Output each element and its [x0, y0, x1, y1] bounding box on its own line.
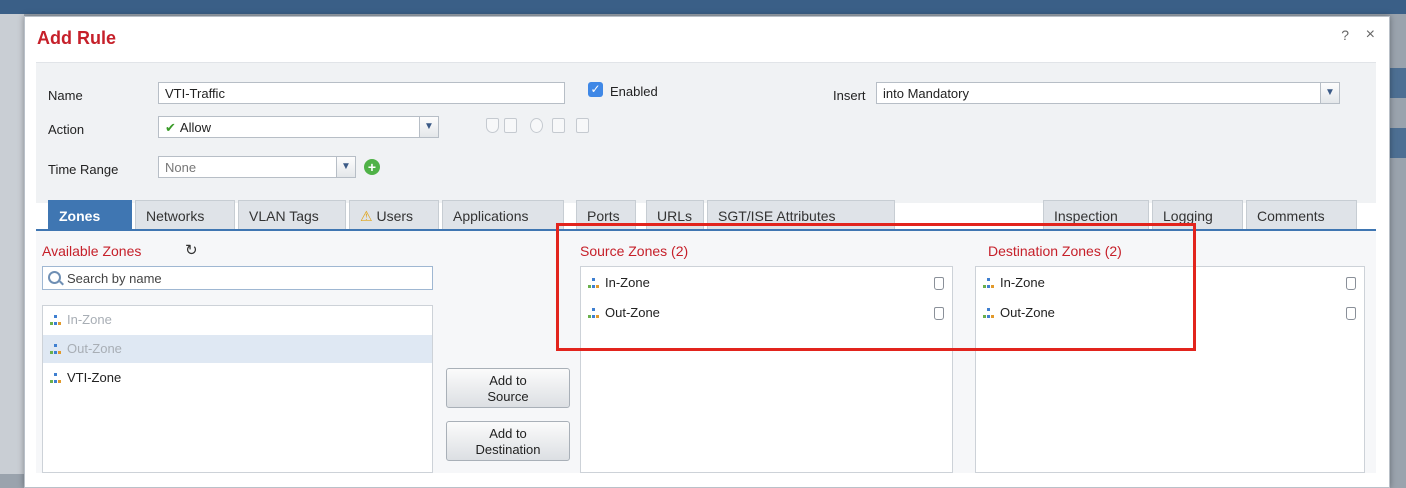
tab-networks[interactable]: Networks — [135, 200, 235, 229]
user-search-icon — [530, 118, 543, 133]
list-item-label: VTI-Zone — [67, 370, 122, 385]
tab-vlan-tags[interactable]: VLAN Tags — [238, 200, 346, 229]
add-to-source-button[interactable]: Add to Source — [446, 368, 570, 408]
insert-label: Insert — [833, 88, 866, 103]
folder-icon — [552, 118, 565, 133]
highlight-annotation — [556, 223, 1196, 351]
action-value: Allow — [179, 120, 211, 135]
tab-users-label: Users — [376, 208, 414, 224]
list-item[interactable]: In-Zone — [43, 306, 432, 334]
trash-icon[interactable] — [1346, 277, 1356, 290]
name-label: Name — [48, 88, 83, 103]
add-to-destination-line2: Destination — [475, 442, 541, 457]
name-input[interactable]: VTI-Traffic — [158, 82, 565, 104]
plus-circle-icon[interactable]: + — [364, 159, 380, 175]
shield-icon — [486, 118, 499, 133]
time-range-value: None — [165, 160, 197, 175]
tab-zones[interactable]: Zones — [48, 200, 132, 229]
help-icon[interactable]: ? — [1341, 27, 1349, 43]
available-zones-list: In-Zone Out-Zone VTI-Zone — [42, 305, 433, 473]
add-to-destination-line1: Add to — [489, 426, 527, 441]
background-top-bar — [0, 0, 1406, 14]
time-range-label: Time Range — [48, 162, 119, 177]
action-label: Action — [48, 122, 85, 137]
add-to-source-line2: Source — [487, 389, 529, 404]
document-icon — [504, 118, 517, 133]
list-item-label: Out-Zone — [67, 341, 122, 356]
list-item-label: In-Zone — [67, 312, 112, 327]
file-icon — [576, 118, 589, 133]
refresh-icon[interactable]: ↻ — [185, 241, 198, 259]
tab-users[interactable]: ⚠ Users — [349, 200, 439, 229]
time-range-select[interactable]: None ▼ — [158, 156, 356, 178]
network-zone-icon — [50, 315, 62, 326]
warning-icon: ⚠ — [360, 208, 373, 224]
checkmark-icon: ✔ — [165, 120, 176, 135]
tab-comments[interactable]: Comments — [1246, 200, 1357, 229]
add-to-source-line1: Add to — [489, 373, 527, 388]
trash-icon[interactable] — [1346, 307, 1356, 320]
chevron-down-icon: ▼ — [1320, 83, 1339, 103]
tab-applications[interactable]: Applications — [442, 200, 564, 229]
insert-value: into Mandatory — [883, 86, 969, 101]
close-icon[interactable]: × — [1366, 26, 1375, 44]
action-select[interactable]: ✔ Allow ▼ — [158, 116, 439, 138]
enabled-checkbox[interactable]: ✓ — [588, 82, 603, 97]
chevron-down-icon: ▼ — [419, 117, 438, 137]
list-item[interactable]: VTI-Zone — [43, 364, 432, 392]
search-input[interactable]: Search by name — [42, 266, 433, 290]
network-zone-icon — [50, 373, 62, 384]
search-icon — [48, 271, 61, 284]
available-zones-title: Available Zones — [42, 243, 142, 259]
add-to-destination-button[interactable]: Add to Destination — [446, 421, 570, 461]
network-zone-icon — [50, 344, 62, 355]
chevron-down-icon: ▼ — [336, 157, 355, 177]
enabled-label: Enabled — [610, 84, 658, 99]
background-left-strip — [0, 14, 24, 474]
list-item[interactable]: Out-Zone — [43, 335, 432, 363]
dialog-title: Add Rule — [37, 28, 116, 48]
insert-select[interactable]: into Mandatory ▼ — [876, 82, 1340, 104]
